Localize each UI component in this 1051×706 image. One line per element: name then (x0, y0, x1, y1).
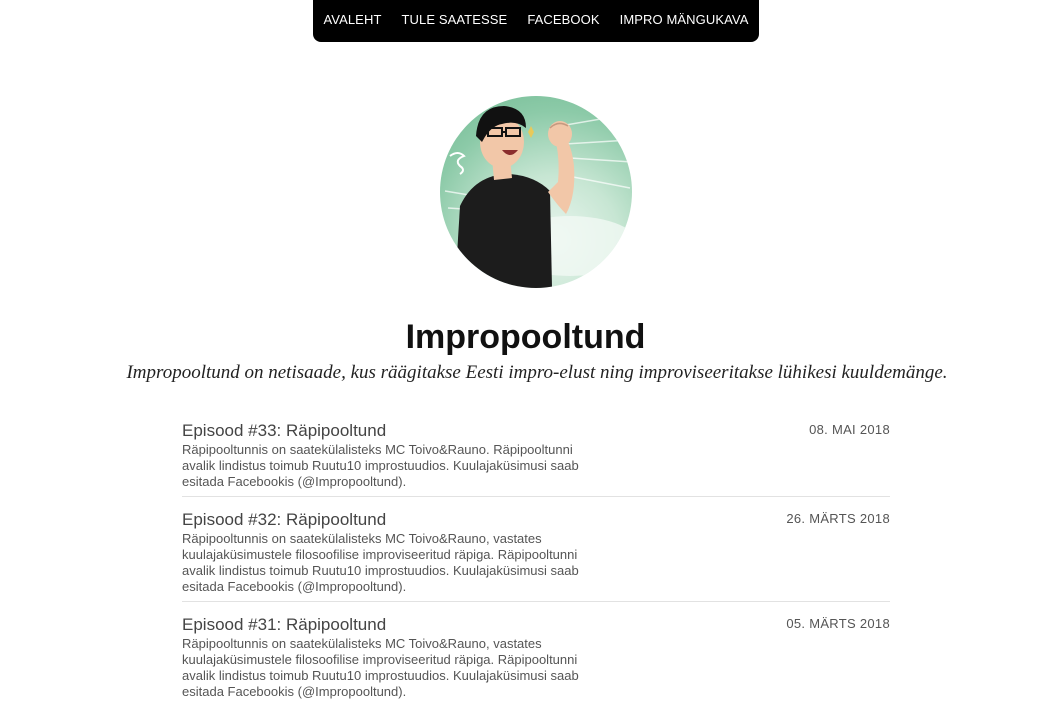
episode-date: 08. MAI 2018 (809, 422, 890, 437)
top-navigation: AVALEHT TULE SAATESSE FACEBOOK IMPRO MÄN… (313, 0, 759, 42)
nav-link-facebook[interactable]: FACEBOOK (527, 12, 599, 27)
nav-link-tule-saatesse[interactable]: TULE SAATESSE (401, 12, 507, 27)
episode-title-link[interactable]: Episood #31: Räpipooltund (182, 614, 386, 636)
nav-link-impro-mangukava[interactable]: IMPRO MÄNGUKAVA (620, 12, 749, 27)
nav-link-avaleht[interactable]: AVALEHT (323, 12, 381, 27)
episode-item: Episood #31: Räpipooltund 05. MÄRTS 2018… (182, 602, 890, 706)
episode-date: 05. MÄRTS 2018 (786, 616, 890, 631)
episode-item: Episood #33: Räpipooltund 08. MAI 2018 R… (182, 418, 890, 497)
episode-description: Räpipooltunnis on saatekülalisteks MC To… (182, 442, 579, 489)
episode-list: Episood #33: Räpipooltund 08. MAI 2018 R… (182, 418, 890, 706)
episode-title-link[interactable]: Episood #33: Räpipooltund (182, 420, 386, 442)
cartoon-host-illustration (444, 106, 632, 288)
episode-description: Räpipooltunnis on saatekülalisteks MC To… (182, 531, 579, 594)
site-title: Impropooltund (405, 318, 646, 356)
episode-date: 26. MÄRTS 2018 (786, 511, 890, 526)
site-tagline: Impropooltund on netisaade, kus räägitak… (126, 362, 948, 383)
podcast-avatar (440, 96, 632, 288)
episode-title-link[interactable]: Episood #32: Räpipooltund (182, 509, 386, 531)
episode-description: Räpipooltunnis on saatekülalisteks MC To… (182, 636, 579, 699)
episode-item: Episood #32: Räpipooltund 26. MÄRTS 2018… (182, 497, 890, 602)
